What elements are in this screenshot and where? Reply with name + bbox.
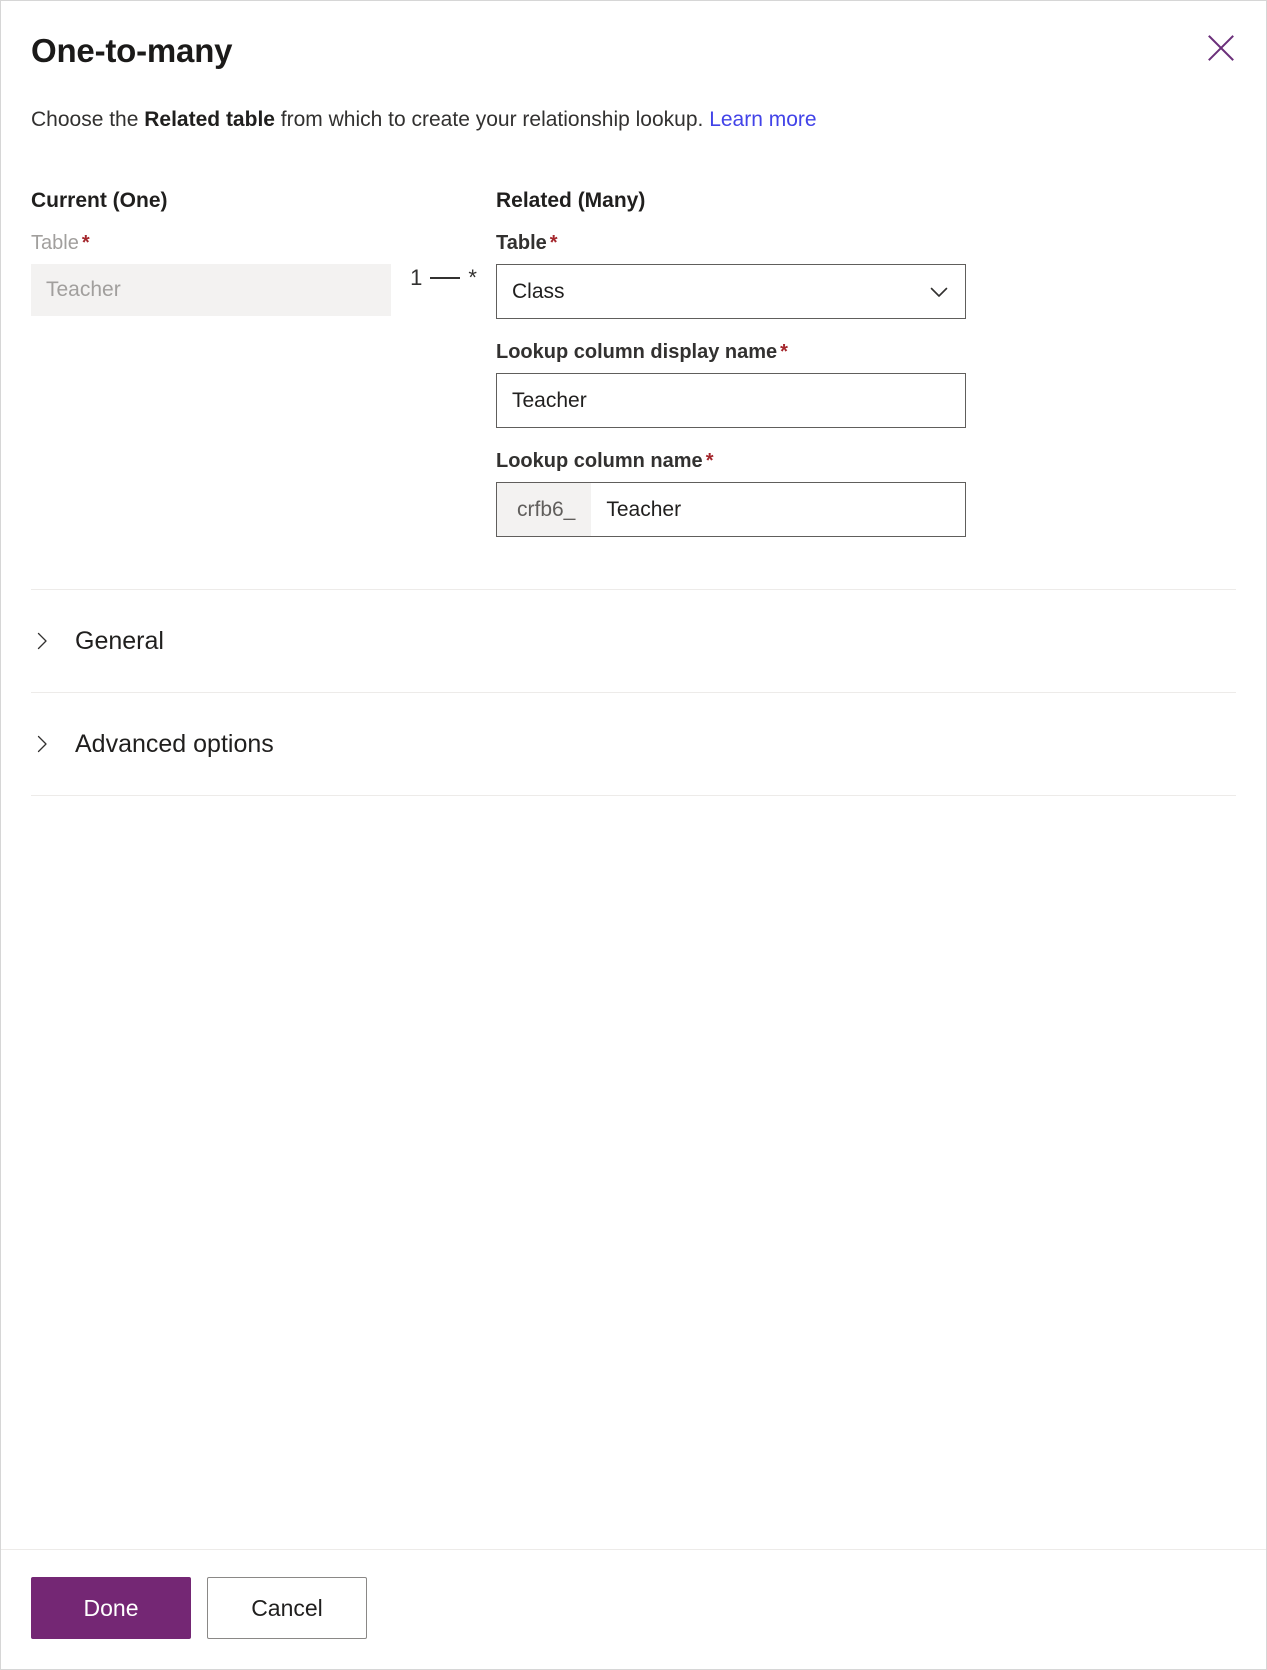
done-button[interactable]: Done — [31, 1577, 191, 1639]
accordion-label-advanced-options: Advanced options — [75, 730, 274, 758]
current-table-label: Table * — [31, 230, 391, 256]
lookup-column-name-input[interactable]: crfb6_ Teacher — [496, 482, 966, 537]
lookup-display-name-group: Lookup column display name * Teacher — [496, 339, 1236, 428]
dialog-body-spacer — [1, 796, 1266, 1549]
cancel-button[interactable]: Cancel — [207, 1577, 367, 1639]
lookup-display-name-label-text: Lookup column display name — [496, 341, 778, 363]
cardinality-many: * — [468, 265, 477, 290]
related-table-dropdown[interactable]: Class — [496, 264, 966, 319]
dialog-footer: Done Cancel — [1, 1550, 1266, 1669]
chevron-right-icon — [31, 733, 53, 755]
lookup-display-name-label: Lookup column display name * — [496, 339, 1236, 365]
related-table-value: Class — [512, 279, 565, 303]
sidebar-item-general[interactable]: General — [1, 590, 1266, 692]
close-icon — [1206, 33, 1236, 63]
dialog-header: One-to-many — [1, 1, 1266, 71]
one-to-many-dialog: One-to-many Choose the Related table fro… — [0, 0, 1267, 1670]
accordion-label-general: General — [75, 627, 164, 655]
related-many-column: Related (Many) Table * Class Lookup colum… — [496, 187, 1236, 537]
lookup-column-name-label-text: Lookup column name — [496, 450, 703, 472]
lookup-column-name-prefix: crfb6_ — [497, 483, 592, 536]
learn-more-link[interactable]: Learn more — [709, 108, 816, 131]
current-one-heading: Current (One) — [31, 189, 168, 212]
current-table-value: Teacher — [46, 278, 121, 301]
required-asterisk: * — [81, 232, 90, 254]
relationship-columns: Current (One) Table * Teacher 1 * Related… — [1, 135, 1266, 537]
required-asterisk: * — [705, 450, 714, 472]
related-many-heading: Related (Many) — [496, 189, 646, 212]
lookup-column-name-label: Lookup column name * — [496, 448, 1236, 474]
lookup-column-name-value: Teacher — [606, 497, 682, 521]
chevron-right-icon — [31, 630, 53, 652]
cardinality-line-icon — [430, 277, 461, 279]
lookup-column-name-group: Lookup column name * crfb6_ Teacher — [496, 448, 1236, 537]
related-table-label-text: Table — [496, 232, 547, 254]
cardinality-indicator: 1 * — [391, 187, 496, 289]
page-title: One-to-many — [31, 32, 233, 69]
cardinality-one: 1 — [410, 265, 423, 290]
required-asterisk: * — [780, 341, 788, 363]
collapsible-sections: General Advanced options — [1, 589, 1266, 796]
description-rest: from which to create your relationship l… — [274, 108, 710, 131]
chevron-down-icon — [927, 280, 951, 304]
close-button[interactable] — [1198, 25, 1244, 71]
current-table-input: Teacher — [31, 264, 391, 316]
current-one-column: Current (One) Table * Teacher — [31, 187, 391, 316]
dialog-description: Choose the Related table from which to c… — [1, 71, 1266, 135]
description-bold-term: Related table — [144, 108, 275, 131]
sidebar-item-advanced-options[interactable]: Advanced options — [1, 693, 1266, 795]
current-table-label-text: Table — [31, 232, 79, 254]
related-table-label: Table * — [496, 230, 1236, 256]
lookup-display-name-value: Teacher — [512, 388, 587, 412]
lookup-display-name-input[interactable]: Teacher — [496, 373, 966, 428]
description-lead: Choose the — [31, 108, 145, 131]
required-asterisk: * — [549, 232, 558, 254]
